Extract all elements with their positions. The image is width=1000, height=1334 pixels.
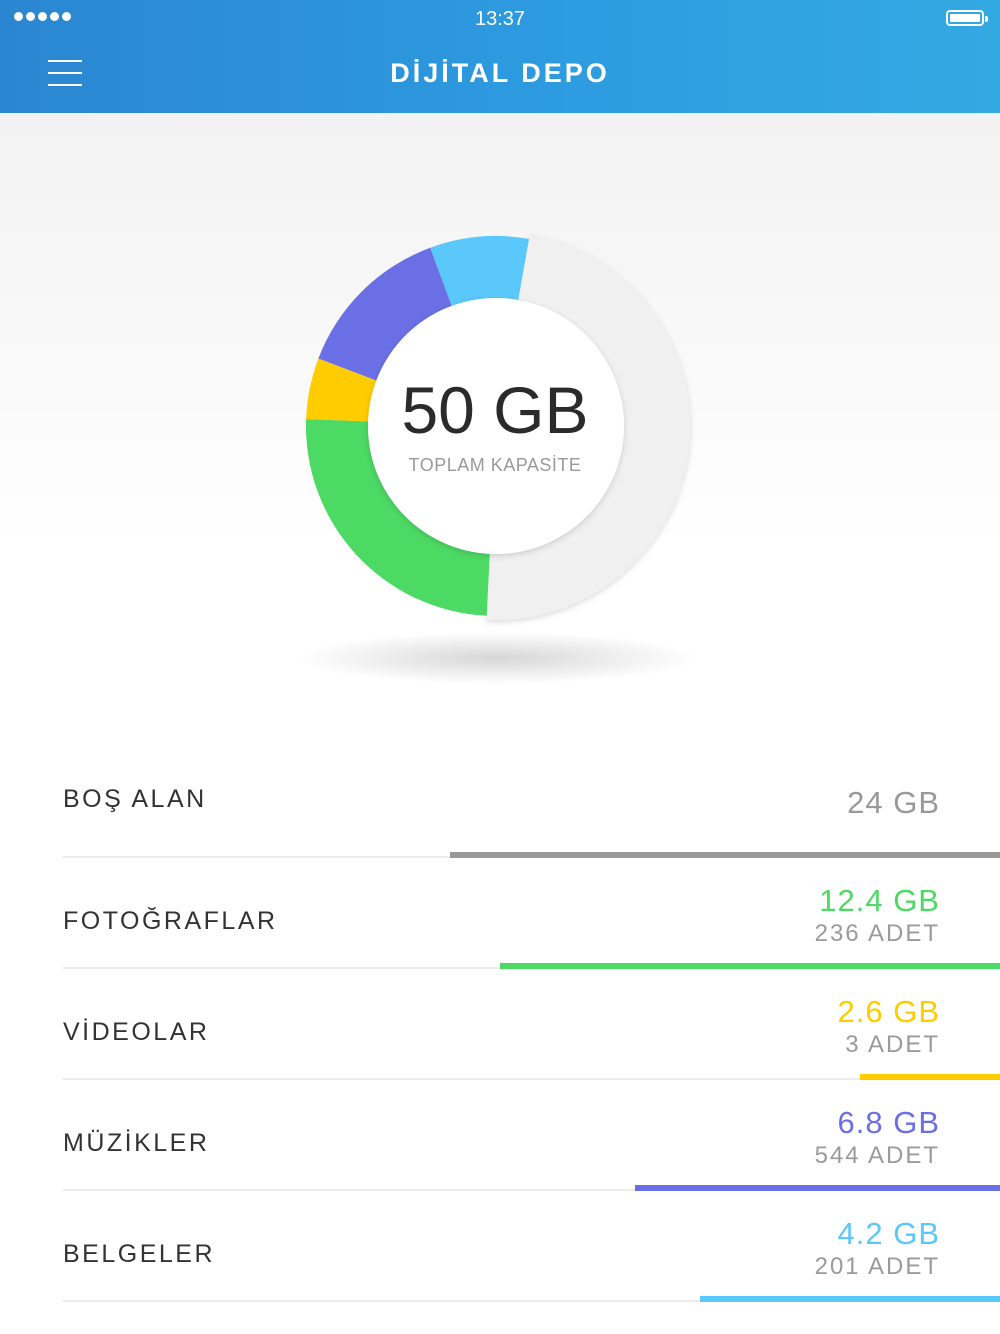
storage-row-size: 4.2 GB xyxy=(837,1216,940,1251)
storage-row-bos-alan[interactable]: BOŞ ALAN 24 GB xyxy=(0,747,1000,858)
nav-bar: 13:37 DİJİTAL DEPO xyxy=(0,0,1000,113)
status-bar: 13:37 xyxy=(0,0,1000,38)
storage-row-muzikler[interactable]: MÜZİKLER 6.8 GB 544 ADET xyxy=(0,1080,1000,1191)
storage-row-size: 2.6 GB xyxy=(837,994,940,1029)
storage-row-label: FOTOĞRAFLAR xyxy=(63,907,278,935)
status-time: 13:37 xyxy=(474,8,526,30)
storage-row-count: 201 ADET xyxy=(814,1253,940,1280)
total-capacity-value: 50 GB xyxy=(401,373,589,447)
storage-row-usage-bar xyxy=(700,1296,1000,1302)
storage-row-count: 3 ADET xyxy=(845,1031,940,1058)
storage-row-label: VİDEOLAR xyxy=(63,1018,210,1046)
storage-row-fotograflar[interactable]: FOTOĞRAFLAR 12.4 GB 236 ADET xyxy=(0,858,1000,969)
battery-icon xyxy=(946,10,988,26)
total-capacity-label: TOPLAM KAPASİTE xyxy=(408,455,582,475)
storage-row-label: MÜZİKLER xyxy=(63,1129,210,1157)
storage-row-count: 236 ADET xyxy=(814,920,940,947)
storage-row-size: 6.8 GB xyxy=(837,1105,940,1140)
storage-row-label: BELGELER xyxy=(63,1240,216,1268)
storage-row-count: 544 ADET xyxy=(814,1142,940,1169)
chart-shadow xyxy=(297,632,697,684)
page-title: DİJİTAL DEPO xyxy=(390,58,610,88)
storage-row-videolar[interactable]: VİDEOLAR 2.6 GB 3 ADET xyxy=(0,969,1000,1080)
storage-row-belgeler[interactable]: BELGELER 4.2 GB 201 ADET xyxy=(0,1191,1000,1302)
storage-row-size: 24 GB xyxy=(847,785,940,820)
storage-row-size: 12.4 GB xyxy=(819,883,940,918)
storage-row-label: BOŞ ALAN xyxy=(63,785,207,813)
